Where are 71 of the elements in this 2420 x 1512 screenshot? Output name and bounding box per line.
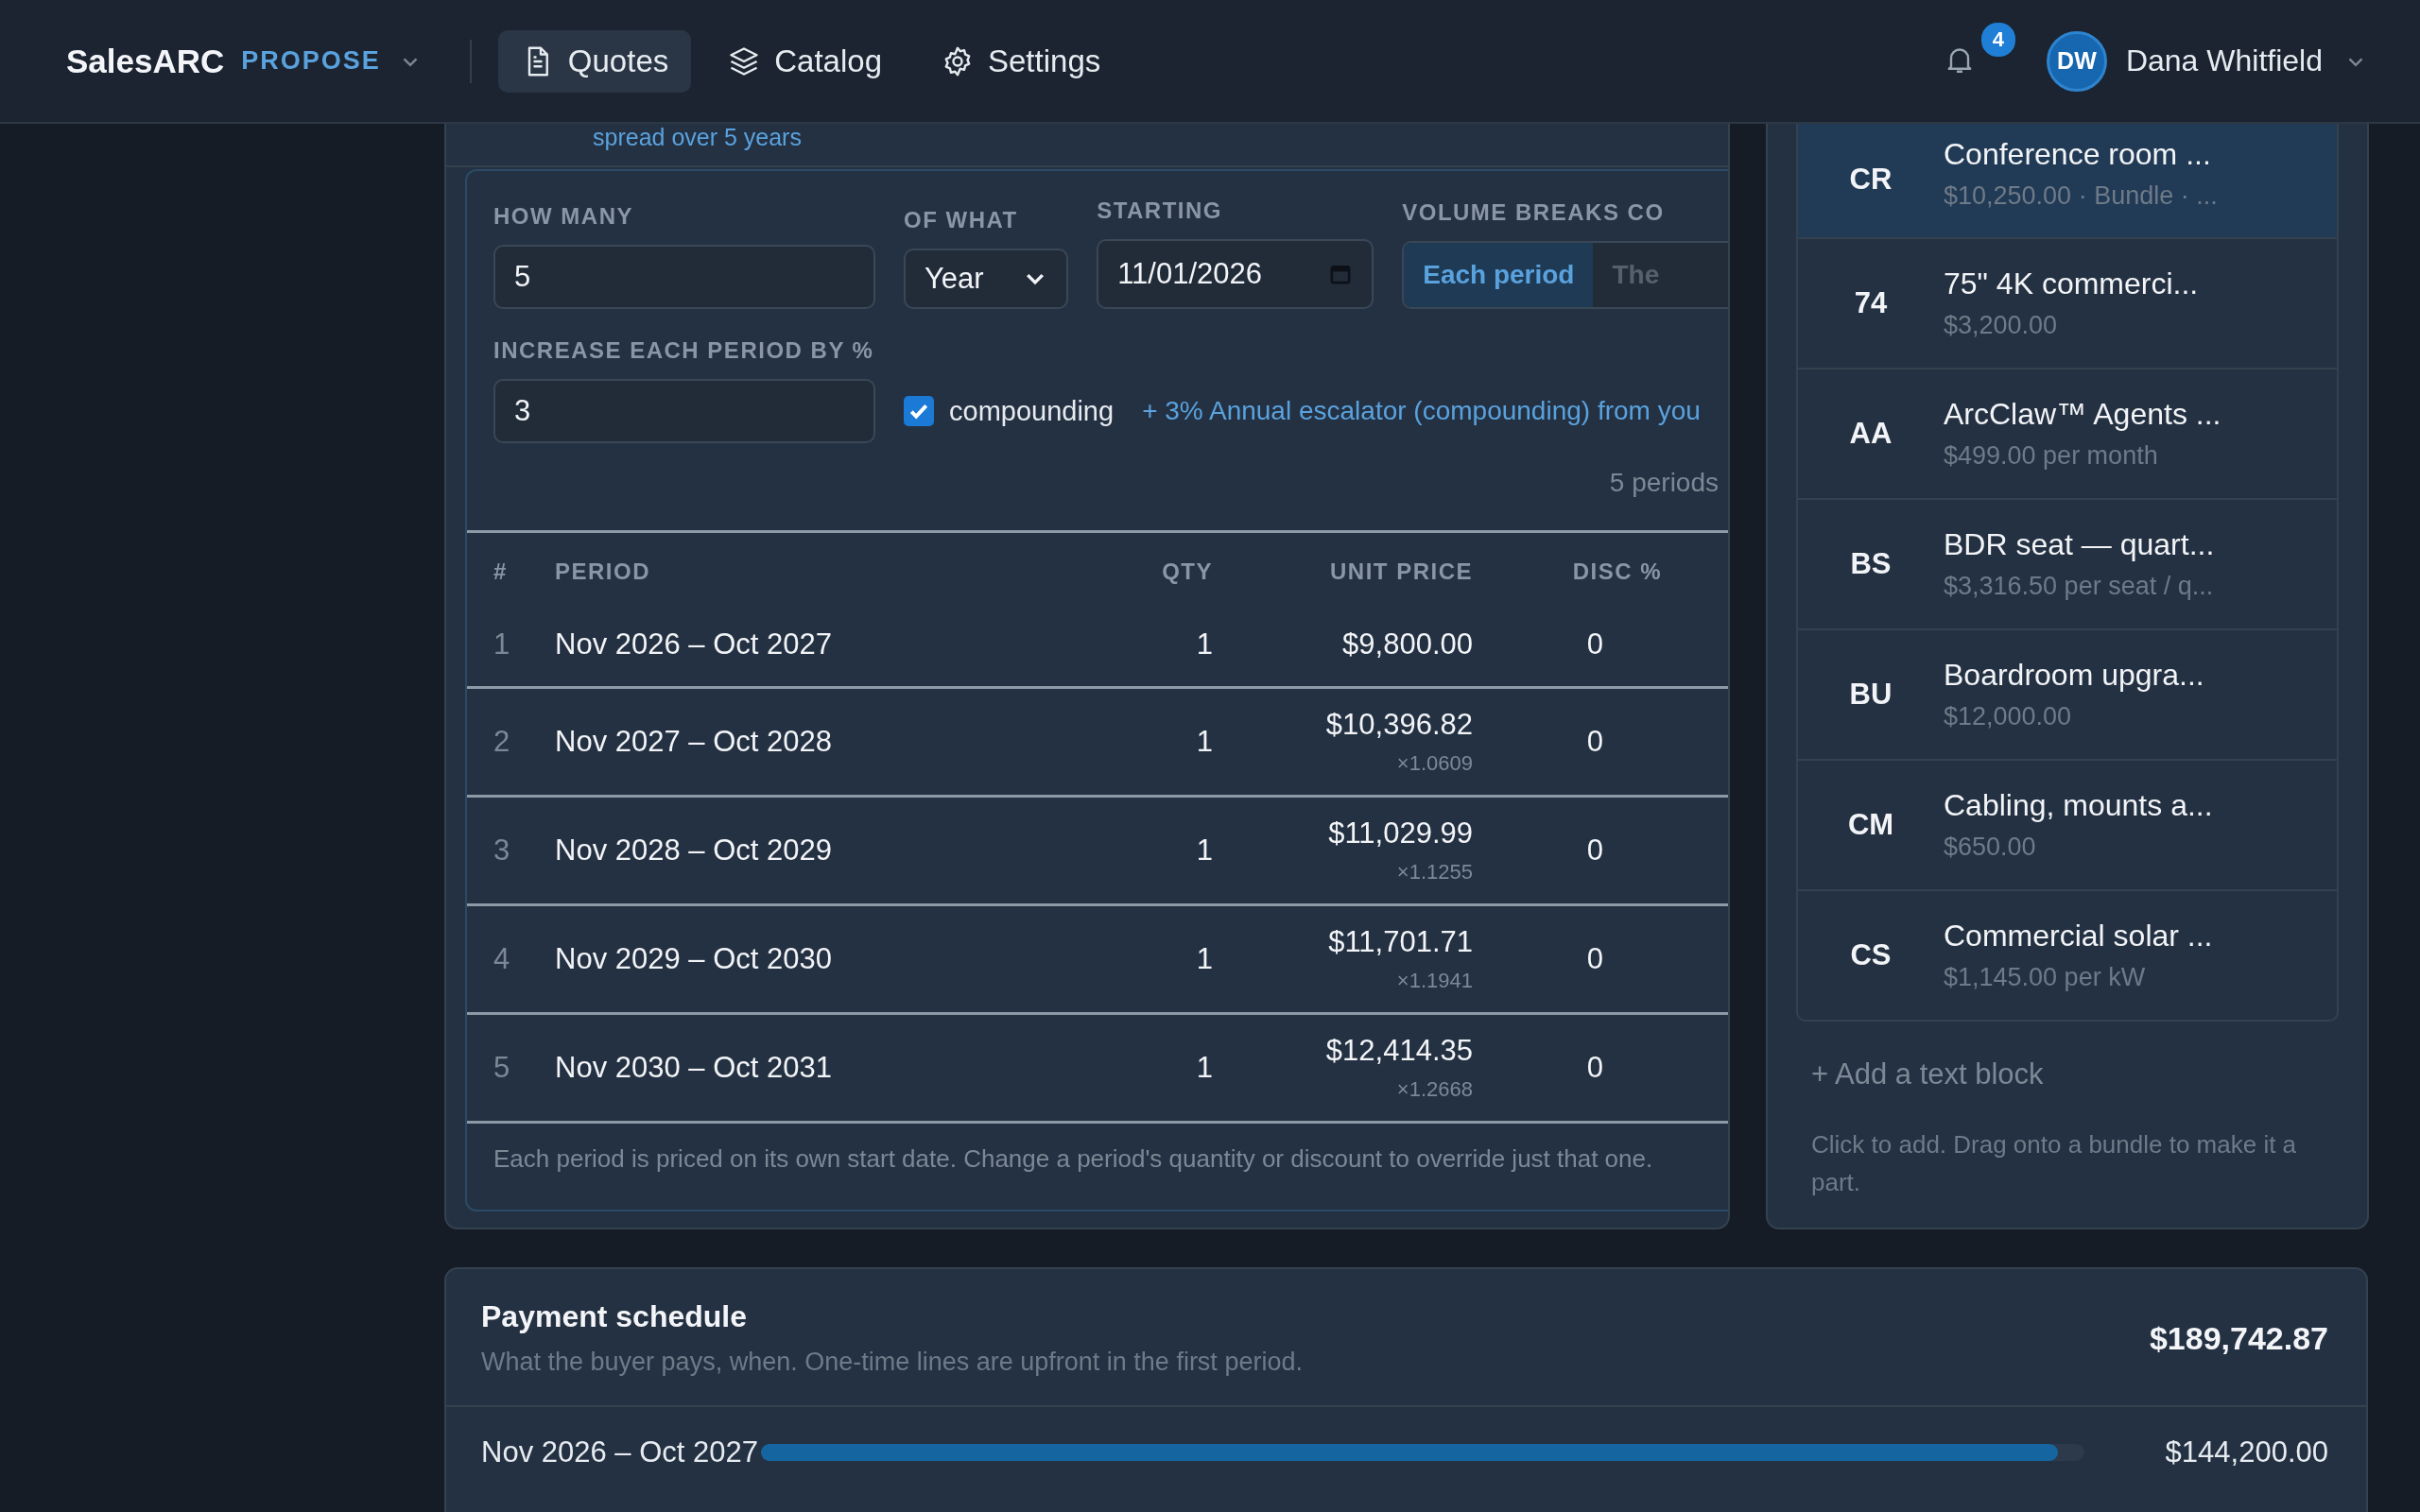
column-header: DISC % <box>1571 558 1662 585</box>
add-text-block-link[interactable]: + Add a text block <box>1811 1057 2339 1091</box>
catalog-item[interactable]: AA ArcClaw™ Agents ... $499.00 per month <box>1798 368 2337 498</box>
table-cell-text: Nov 2026 – Oct 2027 <box>555 627 833 662</box>
price-factor: ×1.2668 <box>1396 1077 1473 1102</box>
column-header: QTY <box>1161 558 1214 585</box>
price-factor: ×1.1255 <box>1396 860 1473 885</box>
card-title: Payment schedule <box>481 1299 748 1334</box>
schedule-total: $189,742.87 <box>2149 1319 2328 1357</box>
table-cell: $10,396.82 <box>1325 708 1473 742</box>
table-cell: $9,800.00 <box>1342 627 1473 662</box>
table-cell-text: 1 <box>1195 833 1214 868</box>
field-label: OF WHAT <box>904 207 1019 233</box>
increase-field[interactable]: 3 <box>493 379 875 443</box>
catalog-item[interactable]: 74 75" 4K commerci... $3,200.00 <box>1798 237 2337 368</box>
row-number: 4 <box>493 942 511 976</box>
row-number: 5 <box>493 1051 511 1085</box>
field-label: HOW MANY <box>493 203 634 230</box>
catalog-item[interactable]: BU Boardroom upgra... $12,000.00 <box>1798 628 2337 759</box>
table-cell: $12,414.35 <box>1325 1034 1473 1068</box>
table-cell-text: Nov 2030 – Oct 2031 <box>555 1051 833 1085</box>
row-number: 1 <box>493 627 511 662</box>
brand-logo[interactable]: SalesARC <box>66 42 225 80</box>
column-header: UNIT PRICE <box>1329 558 1473 585</box>
spread-note: spread over 5 years <box>593 124 802 151</box>
table-cell-text: 1 <box>1195 942 1214 976</box>
catalog-item[interactable]: CS Commercial solar ... $1,145.00 per kW <box>1798 889 2337 1020</box>
nav-tab[interactable]: Quotes <box>497 29 692 93</box>
catalog-hint: Click to add. Drag onto a bundle to make it a part. <box>1811 1129 2298 1198</box>
table-footnote: Each period is priced on its own start date. Change a period's quantity or discount to override just that one. <box>493 1144 1653 1173</box>
price-factor: ×1.1941 <box>1396 969 1473 993</box>
table-cell-text: 1 <box>1195 725 1214 759</box>
table-cell-text: Nov 2027 – Oct 2028 <box>555 725 833 759</box>
nav-tab[interactable]: Catalog <box>704 29 905 93</box>
period-select[interactable]: Year <box>904 249 1069 309</box>
catalog-item[interactable]: CM Cabling, mounts a... $650.00 <box>1798 759 2337 889</box>
catalog-item[interactable]: CR Conference room ... $10,250.00 · Bundle · ... <box>1798 124 2337 237</box>
field-label: STARTING <box>1097 198 1223 224</box>
date-field[interactable]: 11/01/2026 <box>1097 239 1374 309</box>
field-label: INCREASE EACH PERIOD BY % <box>493 337 875 364</box>
period-amount: $144,200.00 <box>2165 1435 2328 1469</box>
how-many-field[interactable]: 5 <box>493 245 875 309</box>
table-cell-text: 1 <box>1195 627 1214 662</box>
table-cell: $11,029.99 <box>1328 816 1473 850</box>
table-cell-text: 0 <box>1585 833 1604 868</box>
period-label: Nov 2026 – Oct 2027 <box>481 1435 759 1469</box>
compounding-checkbox[interactable] <box>904 396 934 426</box>
row-number: 2 <box>493 725 511 759</box>
table-cell: $11,701.71 <box>1328 925 1473 959</box>
product-switcher[interactable]: PROPOSE <box>241 46 381 76</box>
price-factor: ×1.0609 <box>1396 751 1473 776</box>
nav-tab[interactable]: Settings <box>918 29 1124 93</box>
escalator-summary: + 3% Annual escalator (compounding) from you <box>1142 396 1701 426</box>
period-count: 5 periods <box>1609 468 1719 498</box>
column-header: # <box>493 558 509 585</box>
table-cell-text: 0 <box>1585 1051 1604 1085</box>
table-cell-text: 0 <box>1585 942 1604 976</box>
user-name[interactable]: Dana Whitfield <box>2125 43 2323 78</box>
checkbox-label: compounding <box>949 395 1115 427</box>
table-cell-text: Nov 2029 – Oct 2030 <box>555 942 833 976</box>
catalog-item[interactable]: BS BDR seat — quart... $3,316.50 per seat / q... <box>1798 498 2337 628</box>
table-cell-text: 1 <box>1195 1051 1214 1085</box>
table-cell-text: 0 <box>1585 627 1604 662</box>
field-label: VOLUME BREAKS CO <box>1402 199 1666 226</box>
table-cell-text: 0 <box>1585 725 1604 759</box>
row-number: 3 <box>493 833 511 868</box>
column-header: PERIOD <box>555 558 651 585</box>
segment-option[interactable]: Each period <box>1404 243 1594 307</box>
card-subtitle: What the buyer pays, when. One-time lines are upfront in the first period. <box>481 1348 1303 1377</box>
user-avatar[interactable]: DW <box>2046 30 2107 92</box>
table-cell-text: Nov 2028 – Oct 2029 <box>555 833 833 868</box>
